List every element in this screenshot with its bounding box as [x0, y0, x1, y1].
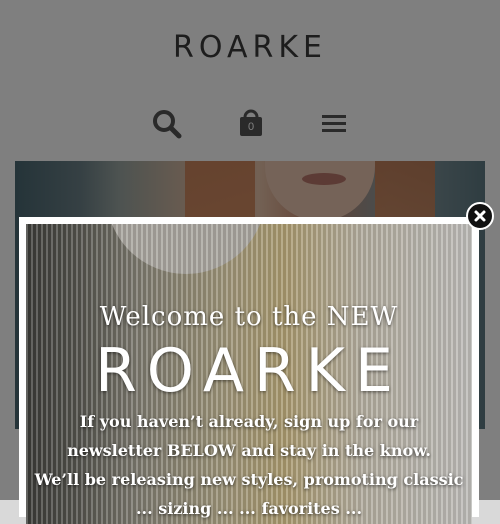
newsletter-popup: Welcome to the NEW ROARKE If you haven’t… [19, 217, 479, 524]
popup-brand: ROARKE [95, 336, 403, 406]
close-icon [474, 210, 486, 222]
popup-text-line: If you haven’t already, sign up for our [79, 412, 419, 431]
close-popup-button[interactable] [466, 202, 494, 230]
popup-text-line: newsletter BELOW and stay in the know. [67, 441, 431, 460]
popup-image: Welcome to the NEW ROARKE If you haven’t… [26, 224, 472, 524]
popup-text-line: ... sizing ... ... favorites ... [135, 499, 363, 518]
popup-title: Welcome to the NEW [99, 302, 399, 332]
popup-text-line: We’ll be releasing new styles, promoting… [34, 470, 464, 489]
